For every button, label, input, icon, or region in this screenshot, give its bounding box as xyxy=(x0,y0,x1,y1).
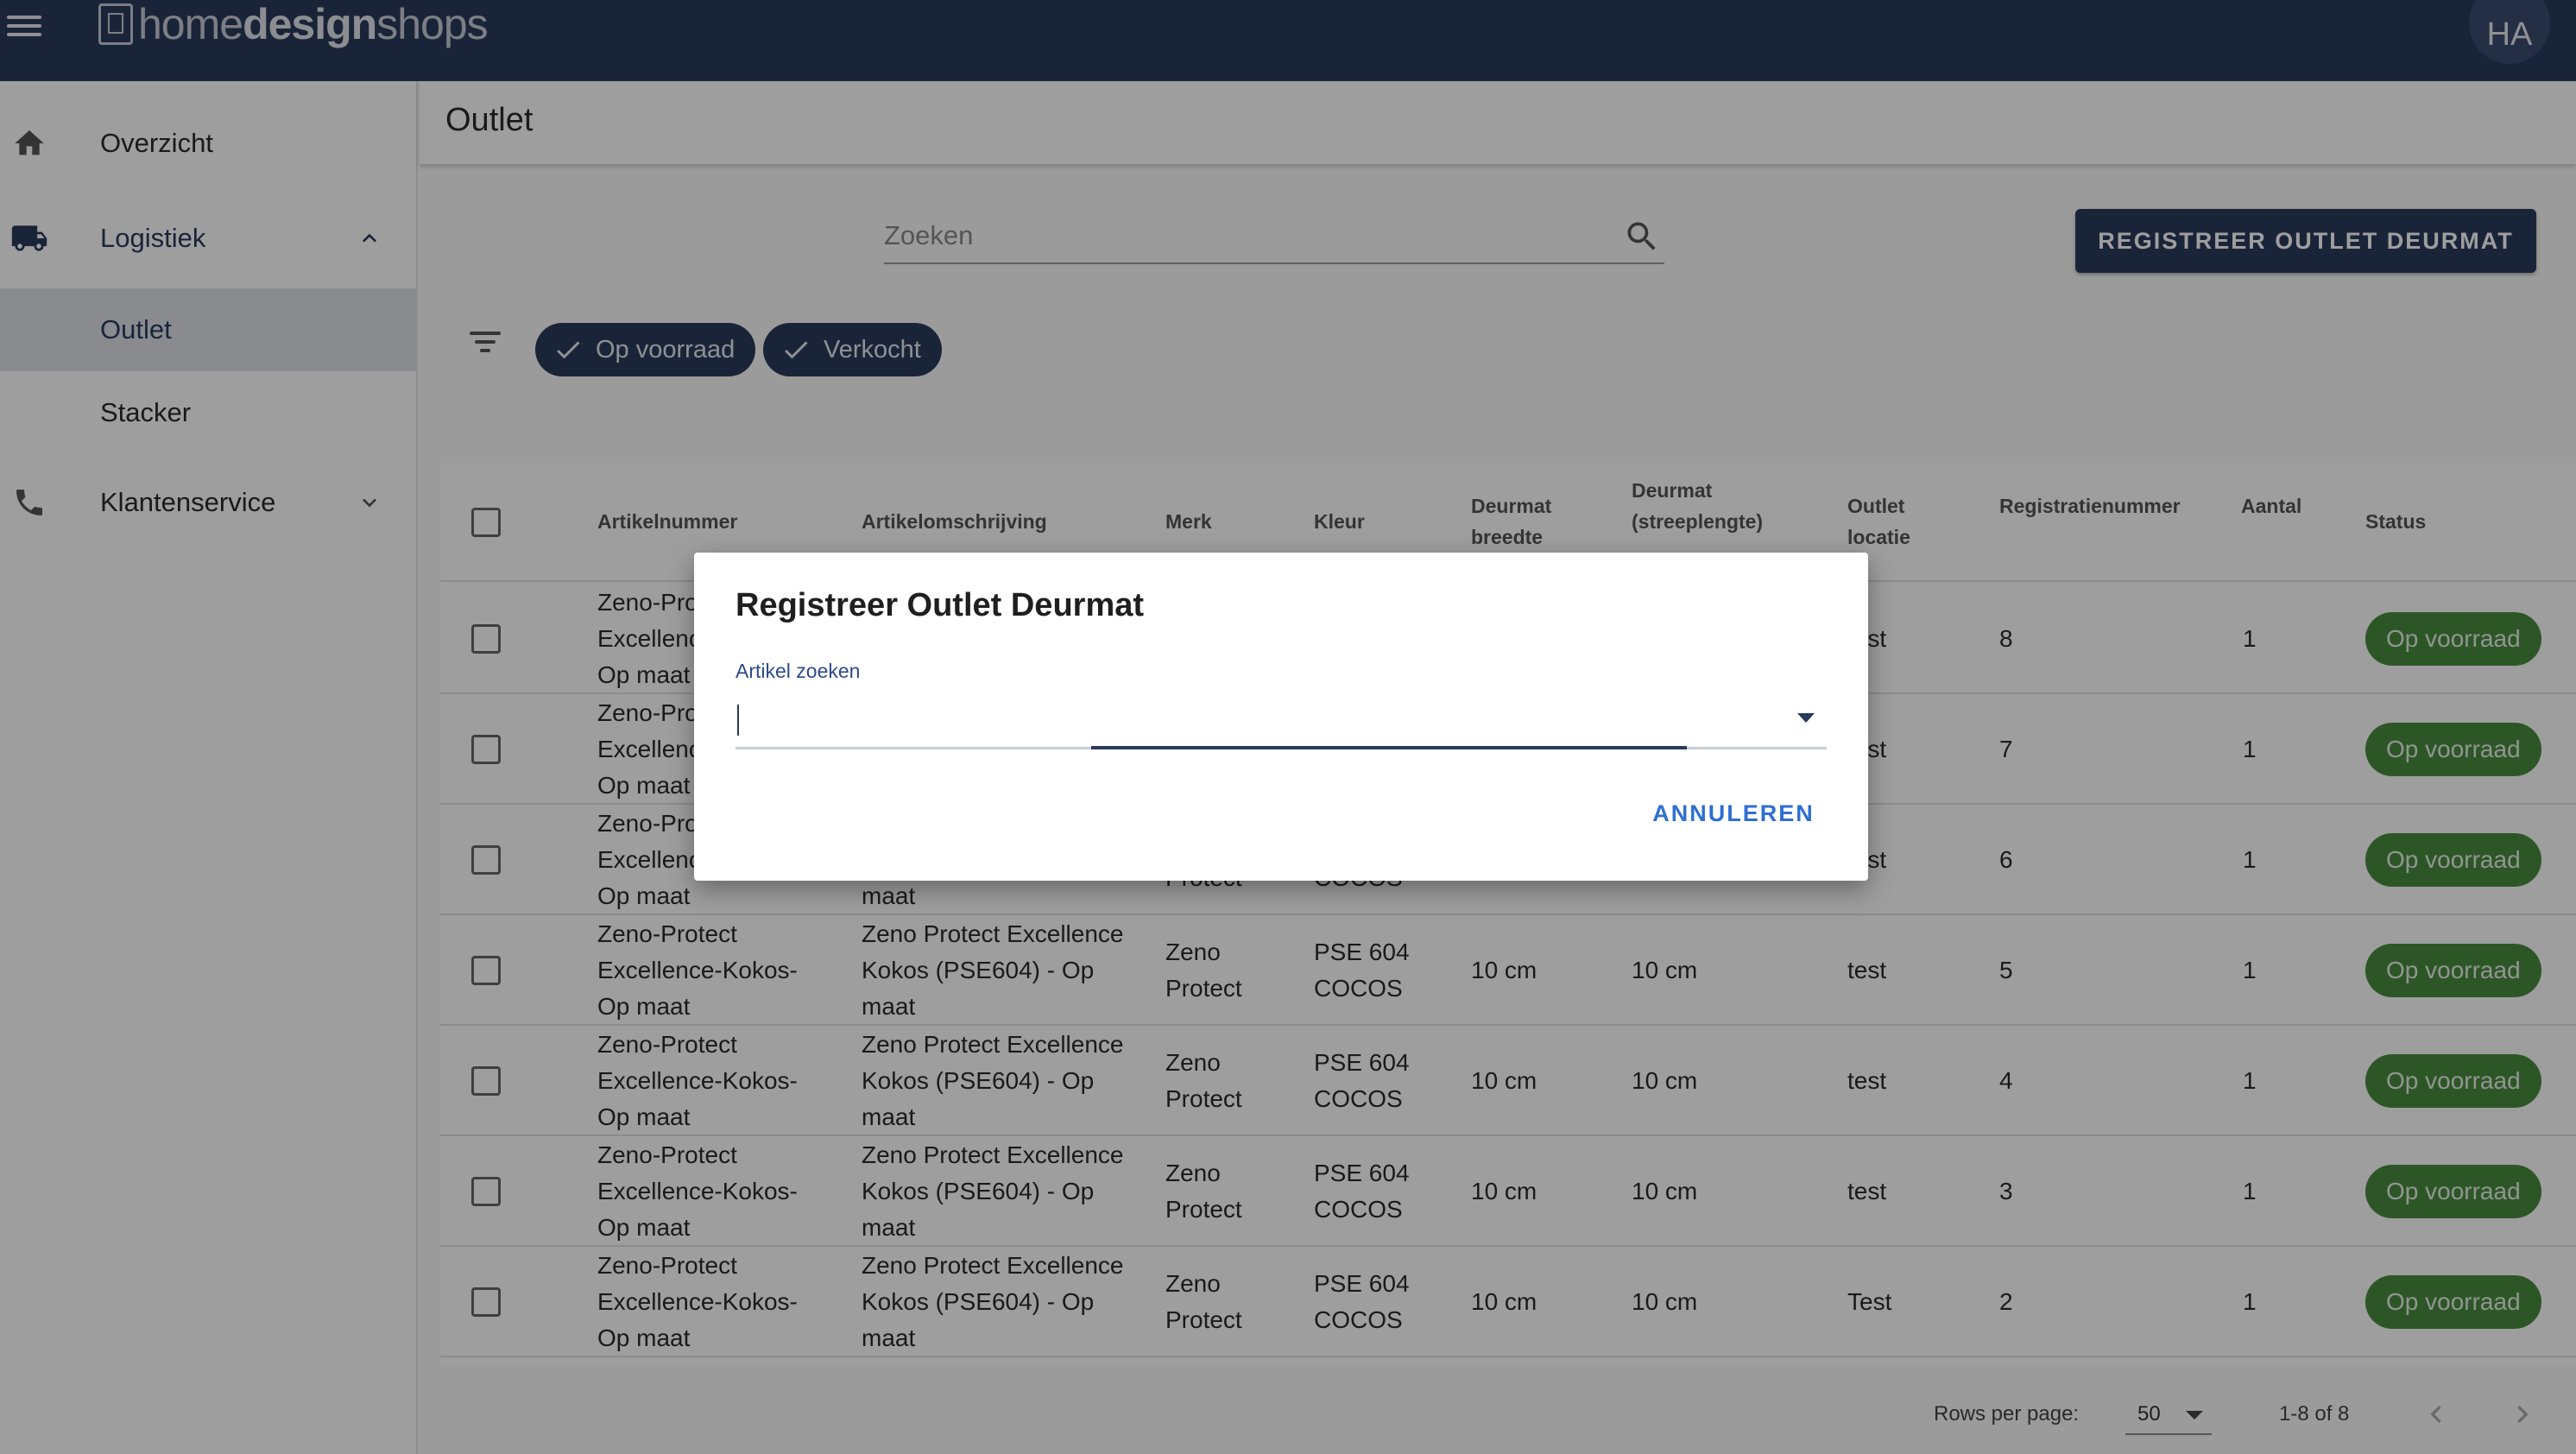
artikel-search-input[interactable] xyxy=(736,696,1754,741)
artikel-search-label: Artikel zoeken xyxy=(736,660,861,682)
dropdown-arrow-icon[interactable] xyxy=(1797,713,1815,723)
artikel-search-field xyxy=(736,687,1827,749)
cancel-button[interactable]: ANNULEREN xyxy=(1626,786,1840,841)
dialog-title: Registreer Outlet Deurmat xyxy=(736,587,1145,623)
focus-underline xyxy=(1091,746,1687,749)
text-caret xyxy=(737,705,739,736)
register-dialog: Registreer Outlet Deurmat Artikel zoeken… xyxy=(694,553,1868,881)
